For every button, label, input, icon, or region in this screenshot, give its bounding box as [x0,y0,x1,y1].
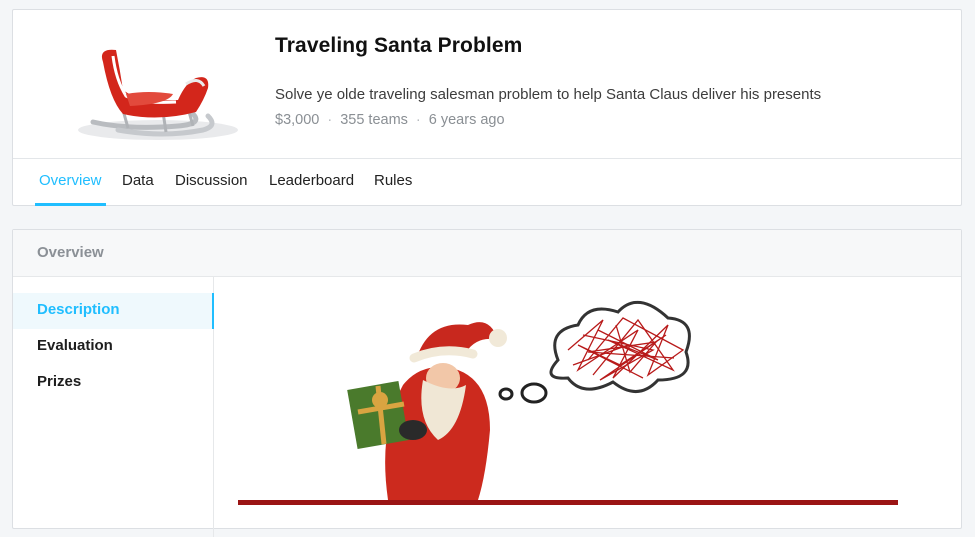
competition-title: Traveling Santa Problem [275,34,523,57]
team-count: 355 teams [340,112,408,128]
competition-tabs: Overview Data Discussion Leaderboard Rul… [13,158,961,206]
overview-header: Overview [13,230,961,277]
santa-thought-bubble-image [238,301,898,505]
tab-data[interactable]: Data [122,159,154,206]
sidebar-item-prizes[interactable]: Prizes [13,365,214,401]
sidebar-item-description[interactable]: Description [13,293,214,329]
competition-meta: $3,000 · 355 teams · 6 years ago [275,112,505,128]
meta-separator: · [415,112,421,128]
tab-discussion[interactable]: Discussion [175,159,248,206]
tab-rules[interactable]: Rules [374,159,412,206]
overview-sidebar: Description Evaluation Prizes [13,277,214,537]
overview-section: Overview Description Evaluation Prizes [12,229,962,537]
competition-age: 6 years ago [428,112,505,128]
competition-header: Traveling Santa Problem Solve ye olde tr… [12,9,962,206]
tab-leaderboard[interactable]: Leaderboard [269,159,354,206]
competition-description: Solve ye olde traveling salesman problem… [275,86,822,103]
overview-heading: Overview [37,244,104,261]
prize-amount: $3,000 [275,112,320,128]
meta-separator: · [327,112,333,128]
sidebar-item-evaluation[interactable]: Evaluation [13,329,214,365]
sleigh-image [78,49,238,140]
tab-overview[interactable]: Overview [35,159,106,206]
